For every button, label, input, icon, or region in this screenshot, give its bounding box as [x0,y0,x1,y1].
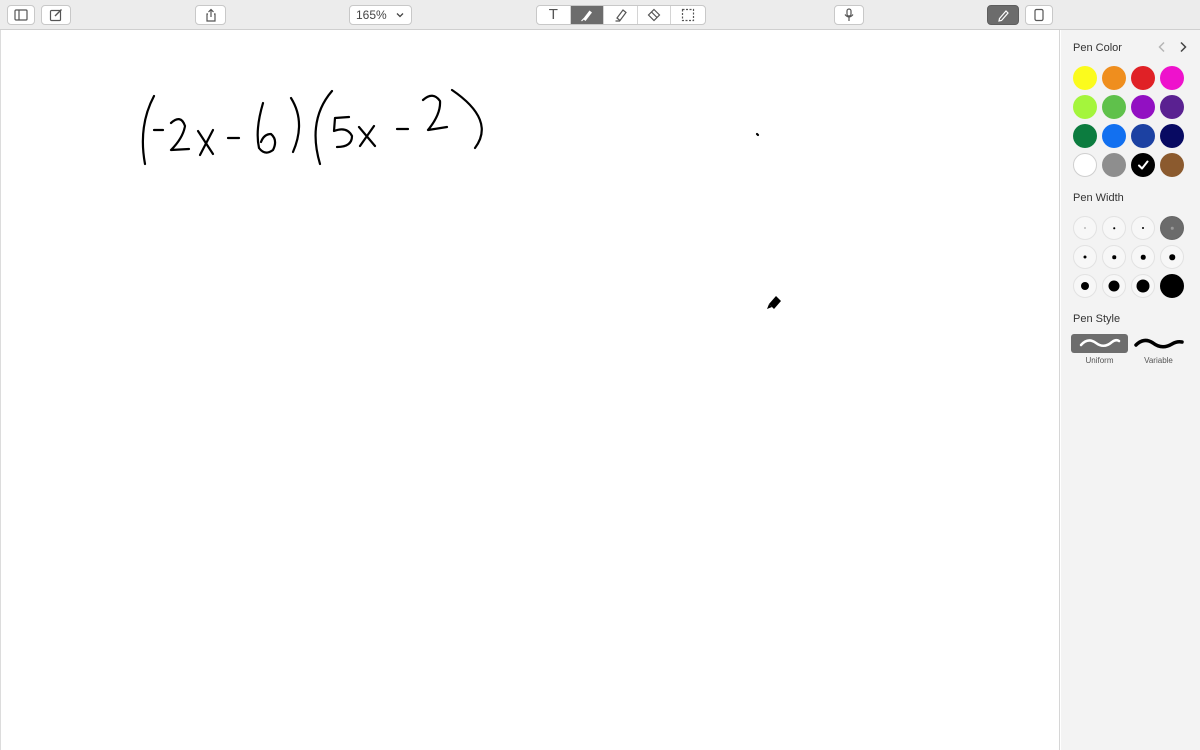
text-tool-icon: T [548,6,558,23]
color-swatch[interactable] [1131,124,1155,148]
markup-pen-icon [998,10,1009,22]
color-swatch[interactable] [1160,95,1184,119]
highlighter-tool-button[interactable] [604,6,638,24]
width-option[interactable] [1073,274,1097,298]
color-swatch[interactable] [1073,66,1097,90]
width-preview-dot [1112,255,1116,259]
width-preview-dot [1140,254,1146,260]
pen-color-title: Pen Color [1073,42,1122,54]
width-option[interactable] [1073,216,1097,240]
drawing-canvas[interactable] [0,30,1060,750]
new-note-button[interactable] [41,5,71,25]
width-preview-dot [1142,227,1144,229]
width-option[interactable] [1102,274,1126,298]
width-preview-dot [1081,282,1089,290]
ink-two-1 [169,118,191,152]
color-swatch[interactable] [1131,66,1155,90]
color-swatch[interactable] [1131,95,1155,119]
color-swatch[interactable] [1073,153,1097,177]
record-audio-button[interactable] [834,5,864,25]
color-swatch[interactable] [1102,95,1126,119]
color-swatch[interactable] [1160,153,1184,177]
style-uniform-button[interactable] [1071,334,1128,353]
width-option[interactable] [1131,245,1155,269]
eraser-tool-button[interactable] [638,6,672,24]
width-option[interactable] [1160,245,1184,269]
page-icon [1034,8,1044,22]
ink-paren-close-1 [289,96,301,154]
chevron-right-icon[interactable] [1176,40,1190,54]
uniform-stroke-icon [1079,338,1121,347]
width-option[interactable] [1102,245,1126,269]
color-swatch[interactable] [1102,153,1126,177]
zoom-value: 165% [356,8,387,22]
microphone-icon [844,8,854,21]
ink-paren-open-2 [314,89,334,166]
width-option[interactable] [1102,216,1126,240]
color-swatch[interactable] [1073,124,1097,148]
width-preview-dot [1170,226,1174,230]
width-preview-dot [1136,279,1150,293]
color-swatch[interactable] [1131,153,1155,177]
style-variable-label: Variable [1144,356,1173,365]
width-option[interactable] [1160,216,1184,240]
pen-tool-button[interactable] [570,6,605,24]
variable-stroke-icon [1134,338,1184,349]
width-preview-dot [1113,227,1115,229]
ink-six-1 [256,101,277,154]
width-preview-dot [1084,227,1086,229]
checkmark-icon [1138,160,1149,170]
drawing-tools: T [536,5,706,25]
width-option[interactable] [1131,274,1155,298]
notes-app-window: 165% T Pen Color Pen Width Pen Style Uni… [0,0,1200,750]
pen-options-panel: Pen Color Pen Width Pen Style Uniform Va… [1061,30,1200,750]
style-uniform-label: Uniform [1085,356,1114,365]
width-preview-dot [1108,280,1120,292]
style-variable-button[interactable] [1130,334,1187,353]
ink-paren-close-2 [450,88,483,150]
chevron-left-icon[interactable] [1155,40,1169,54]
pen-width-title: Pen Width [1073,192,1124,204]
width-preview-dot [1161,275,1183,297]
color-swatch[interactable] [1102,66,1126,90]
sidebar-icon [14,9,28,21]
width-preview-dot [1169,254,1175,260]
ink-dot [755,132,760,137]
width-option[interactable] [1131,216,1155,240]
share-icon [205,8,216,22]
pen-cursor-icon [767,296,781,309]
share-button[interactable] [195,5,226,25]
pen-style-title: Pen Style [1073,313,1121,325]
zoom-select[interactable]: 165% [349,5,412,25]
ink-five [332,115,354,149]
chevron-down-icon [396,13,404,18]
page-view-button[interactable] [1025,5,1053,25]
text-tool-button[interactable]: T [537,6,571,24]
sidebar-toggle-button[interactable] [7,5,35,25]
color-swatch[interactable] [1160,66,1184,90]
width-option[interactable] [1073,245,1097,269]
markup-toggle-button[interactable] [987,5,1019,25]
color-swatch[interactable] [1102,124,1126,148]
selection-icon [682,8,695,22]
highlighter-icon [615,9,627,22]
color-swatch[interactable] [1073,95,1097,119]
compose-icon [49,9,62,22]
selection-tool-button[interactable] [671,6,705,24]
eraser-icon [647,8,661,22]
toolbar: 165% T [0,0,1200,30]
ink-two-2 [421,94,449,132]
ink-paren-open-1 [141,94,156,166]
pen-icon [580,10,592,22]
handwriting [141,88,781,309]
color-swatch[interactable] [1160,124,1184,148]
width-preview-dot [1083,255,1087,259]
width-option[interactable] [1160,274,1184,298]
